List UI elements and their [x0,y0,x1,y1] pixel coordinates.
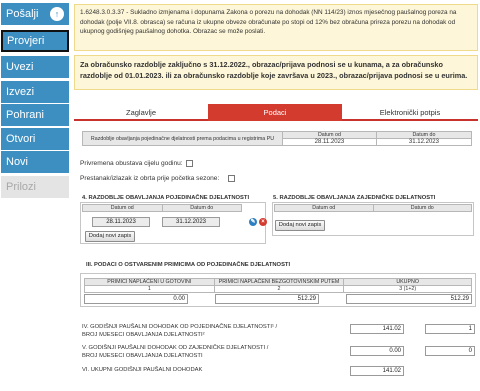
tab-data[interactable]: Podaci [208,104,342,121]
section5-to-header: Datum do [372,204,472,212]
cessation-label: Prestanak/izlazak iz obrta prije početka… [80,175,220,182]
section4-to-input[interactable]: 31.12.2023 [162,217,220,227]
validation-notice: 1.6248.3.0.3.37 - Sukladno izmjenama i d… [74,4,478,51]
attachments-button: Prilozi [1,176,69,198]
section5-from-header: Datum od [274,204,374,212]
new-button[interactable]: Novi [1,151,69,173]
currency-notice: Za obračunsko razdoblje zaključno s 31.1… [74,55,478,90]
edit-icon[interactable]: ✎ [249,218,257,226]
vi-amount-input[interactable]: 141.02 [350,366,404,376]
section4-header: Datum od Datum do [82,204,242,212]
tab-e-signature[interactable]: Elektronički potpis [342,104,478,121]
section5-header: Datum od Datum do [274,204,472,212]
v-amount-input[interactable]: 0.00 [350,346,404,356]
total-income-header: UKUPNO [343,278,472,286]
v-months-input[interactable]: 0 [425,346,475,356]
section5-title: 5. RAZDOBLJE OBAVLJANJA ZAJEDNIČKE DJELA… [273,195,436,201]
iv-label-2: BROJ MJESECI OBAVLJANJA DJELATNOSTI² [82,332,205,338]
income-section-title: III. PODACI O OSTVARENIM PRIMICIMA OD PO… [86,262,291,268]
total-income-input[interactable]: 512.29 [346,294,472,304]
noncash-income-input[interactable]: 512.29 [215,294,319,304]
iv-amount-input[interactable]: 141.02 [350,324,404,334]
period-from-value: 28.11.2023 [282,138,377,146]
noncash-income-header: PRIMICI NAPLAĆENI BEZGOTOVINSKIM PUTEM [213,278,345,286]
send-label: Pošalji [6,8,39,20]
sidebar: Pošalji ↑ Provjeri Uvezi Izvezi Pohrani … [0,0,70,391]
tab-bar: Zaglavlje Podaci Elektronički potpis [74,104,478,121]
iv-months-input[interactable]: 1 [425,324,475,334]
section4-title: 4. RAZDOBLJE OBAVLJANJA POJEDINAČNE DJEL… [82,195,250,201]
section5-add-button[interactable]: Dodaj novi zapis [275,220,325,231]
temporary-suspension-checkbox[interactable] [186,160,193,167]
delete-icon[interactable]: × [259,218,267,226]
noncash-col-number: 2 [213,285,345,293]
cloud-upload-icon: ↑ [50,7,64,21]
check-button[interactable]: Provjeri [1,30,69,52]
period-to-header: Datum do [375,131,473,139]
section4-add-button[interactable]: Dodaj novi zapis [85,231,135,242]
period-from-header: Datum od [282,131,377,139]
vi-label: VI. UKUPNI GODIŠNJI PAUŠALNI DOHODAK [82,367,203,373]
open-button[interactable]: Otvori [1,128,69,150]
save-button[interactable]: Pohrani [1,104,69,126]
export-button[interactable]: Izvezi [1,81,69,103]
total-col-number: 3 (1+2) [343,285,472,293]
cash-income-input[interactable]: 0.00 [84,294,188,304]
period-desc-header: Razdoblje obavljanja pojedinačne djelatn… [82,131,283,146]
income-table: PRIMICI NAPLAĆENI U GOTOVINI PRIMICI NAP… [84,278,472,293]
period-to-value: 31.12.2023 [375,138,473,146]
section4-from-header: Datum od [82,204,163,212]
section4-to-header: Datum do [161,204,242,212]
temporary-suspension-label: Privremena obustava cijelu godinu: [80,160,183,167]
cash-col-number: 1 [84,285,215,293]
activity-period-table: Razdoblje obavljanja pojedinačne djelatn… [82,131,473,146]
cash-income-header: PRIMICI NAPLAĆENI U GOTOVINI [84,278,215,286]
v-label-2: BROJ MJESECI OBAVLJANJA DJELATNOSTI [82,353,203,359]
send-button[interactable]: Pošalji ↑ [1,3,69,25]
main-content: 1.6248.3.0.3.37 - Sukladno izmjenama i d… [74,0,480,391]
import-button[interactable]: Uvezi [1,56,69,78]
tab-header[interactable]: Zaglavlje [74,104,208,121]
section4-from-input[interactable]: 28.11.2023 [92,217,150,227]
cessation-checkbox[interactable] [228,175,235,182]
